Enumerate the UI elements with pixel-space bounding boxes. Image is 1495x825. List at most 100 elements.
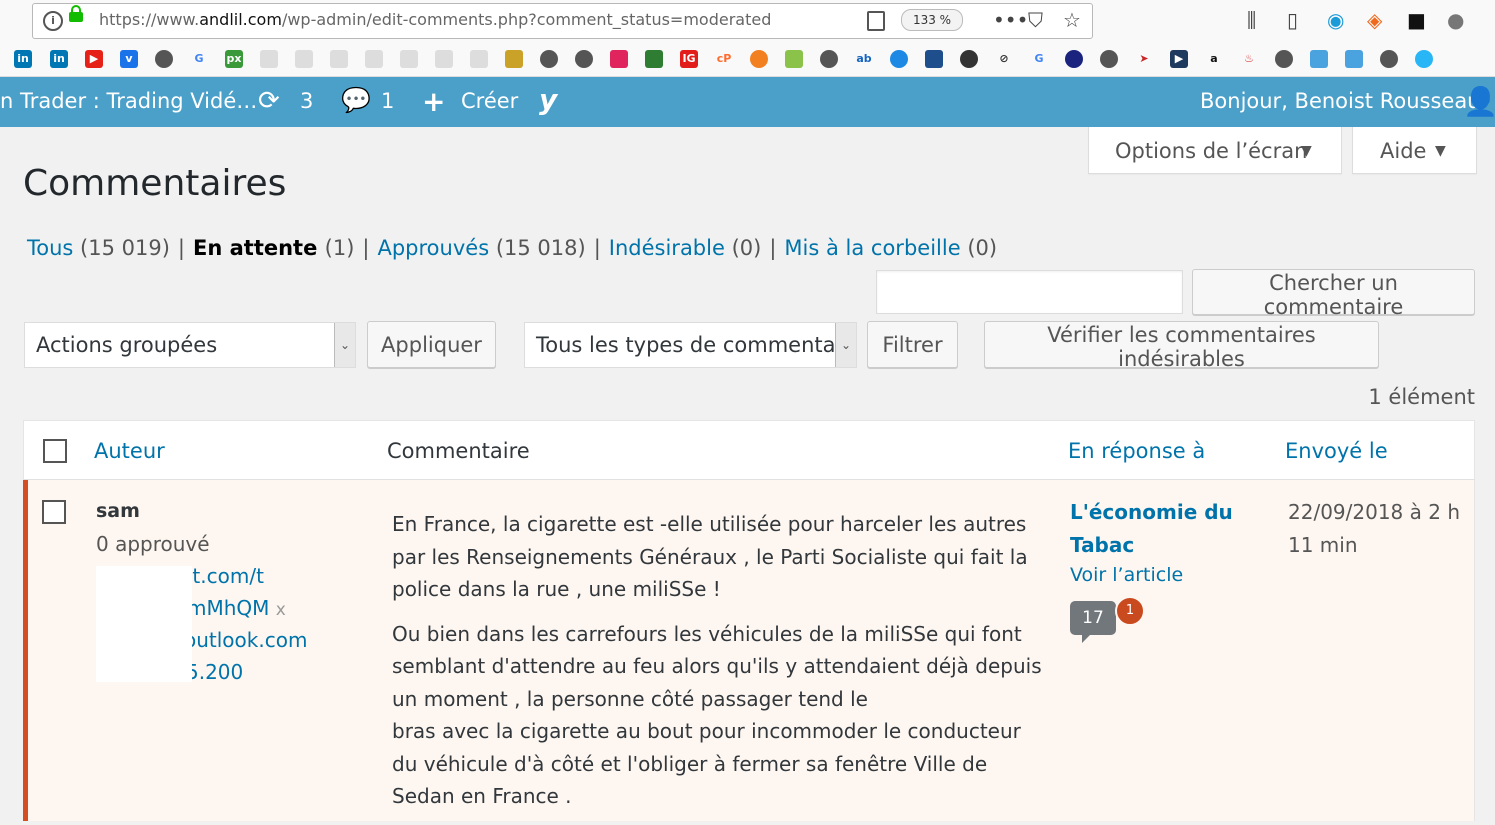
ig-icon[interactable]: IG: [680, 50, 698, 68]
bulk-actions-select[interactable]: Actions groupées ⌄: [24, 322, 356, 368]
page-icon[interactable]: [470, 50, 488, 68]
reader-view-icon[interactable]: [867, 11, 885, 31]
approved-comments-bubble[interactable]: 17: [1070, 601, 1116, 643]
updates-icon[interactable]: ⟳: [258, 86, 280, 116]
extension-green-icon[interactable]: [785, 50, 803, 68]
extension-gray-icon[interactable]: ●: [1447, 8, 1464, 32]
plus-icon[interactable]: +: [422, 85, 445, 118]
puzzle-icon[interactable]: [1310, 50, 1328, 68]
filter-trash[interactable]: Mis à la corbeille (0): [784, 236, 997, 260]
px-icon[interactable]: px: [225, 50, 243, 68]
column-response[interactable]: En réponse à: [1068, 439, 1205, 463]
zoom-level[interactable]: 133 %: [901, 9, 963, 31]
comments-icon[interactable]: 💬: [341, 86, 371, 114]
library-icon[interactable]: ⫼: [1247, 8, 1256, 32]
arrow-logo-icon[interactable]: [610, 50, 628, 68]
bird-icon[interactable]: ➤: [1135, 50, 1153, 68]
target-icon[interactable]: [1065, 50, 1083, 68]
triangle-down-icon: ▼: [1435, 143, 1446, 159]
cpanel-icon[interactable]: cP: [715, 50, 733, 68]
greeting-link[interactable]: Bonjour, Benoist Rousseau: [1200, 89, 1481, 113]
globe-icon[interactable]: [575, 50, 593, 68]
site-name-link[interactable]: n Trader : Trading Vidé…: [0, 89, 257, 113]
bookmark-star-icon[interactable]: ☆: [1063, 8, 1081, 32]
apply-button[interactable]: Appliquer: [367, 321, 496, 368]
ab-icon[interactable]: ab: [855, 50, 873, 68]
sidebar-icon[interactable]: ▯: [1287, 8, 1298, 32]
play-icon[interactable]: ▶: [1170, 50, 1188, 68]
filter-approved[interactable]: Approuvés (15 018): [377, 236, 585, 260]
author-name: sam: [96, 500, 140, 522]
search-comments-button[interactable]: Chercher un commentaire: [1192, 269, 1475, 319]
pending-comments-badge[interactable]: 1: [1115, 596, 1145, 626]
wave-icon[interactable]: [890, 50, 908, 68]
globe-icon[interactable]: [820, 50, 838, 68]
puzzle-icon[interactable]: [1345, 50, 1363, 68]
create-link[interactable]: Créer: [461, 89, 518, 113]
comment-search-input[interactable]: [876, 270, 1183, 314]
comment-paragraph: En France, la cigarette est -elle utilis…: [392, 512, 1028, 601]
page-actions-icon[interactable]: •••: [993, 8, 1028, 32]
column-author[interactable]: Auteur: [94, 439, 165, 463]
column-comment: Commentaire: [387, 439, 530, 463]
url-bar[interactable]: i https://www.andlil.com/wp-admin/edit-c…: [32, 3, 1093, 39]
row-checkbox[interactable]: [42, 500, 66, 524]
lock-icon[interactable]: [69, 5, 83, 22]
filter-all[interactable]: Tous (15 019): [27, 236, 170, 260]
chat-icon[interactable]: [1415, 50, 1433, 68]
cloudflare-icon[interactable]: [750, 50, 768, 68]
author-approved-count: 0 approuvé: [96, 532, 210, 556]
screen-options-button[interactable]: Options de l’écran ▼: [1088, 127, 1342, 174]
response-post-title[interactable]: L'économie du Tabac: [1070, 496, 1250, 562]
vimeo-icon[interactable]: v: [120, 50, 138, 68]
google-icon[interactable]: G: [190, 50, 208, 68]
triangle-down-icon: ▼: [1301, 143, 1312, 159]
linkedin-icon[interactable]: in: [14, 50, 32, 68]
page-icon[interactable]: [435, 50, 453, 68]
flame-icon[interactable]: ♨: [1240, 50, 1258, 68]
pma-icon[interactable]: [505, 50, 523, 68]
filter-button[interactable]: Filtrer: [867, 321, 958, 368]
chart-icon[interactable]: [645, 50, 663, 68]
page-icon[interactable]: [365, 50, 383, 68]
compass-icon[interactable]: ⊘: [995, 50, 1013, 68]
check-spam-button[interactable]: Vérifier les commentaires indésirables: [984, 321, 1379, 371]
extension-mask-icon[interactable]: ■: [1407, 8, 1426, 32]
globe-icon[interactable]: [1275, 50, 1293, 68]
linkedin-icon[interactable]: in: [50, 50, 68, 68]
film-icon[interactable]: [960, 50, 978, 68]
google-icon[interactable]: G: [1030, 50, 1048, 68]
redaction-mask: [96, 566, 192, 682]
pocket-icon[interactable]: ⛉: [1028, 8, 1043, 32]
chevron-down-icon: ⌄: [334, 323, 355, 367]
column-date[interactable]: Envoyé le: [1285, 439, 1388, 463]
filter-spam[interactable]: Indésirable (0): [609, 236, 762, 260]
globe-icon[interactable]: [1100, 50, 1118, 68]
page-icon[interactable]: [330, 50, 348, 68]
help-button[interactable]: Aide ▼: [1352, 127, 1477, 174]
filter-pending[interactable]: En attente (1): [193, 236, 354, 260]
page-icon[interactable]: [260, 50, 278, 68]
view-post-link[interactable]: Voir l’article: [1070, 564, 1183, 586]
bookmarks-bar: in in ▶ v G px IG cP ab ⊘ G ➤ ▶ a ♨: [0, 42, 1495, 77]
page-icon[interactable]: [295, 50, 313, 68]
user-avatar-icon[interactable]: 👤: [1463, 85, 1495, 118]
globe-icon[interactable]: [540, 50, 558, 68]
updates-count[interactable]: 3: [300, 89, 313, 113]
yoast-icon[interactable]: y: [539, 83, 557, 116]
select-all-checkbox[interactable]: [43, 439, 67, 463]
globe-icon[interactable]: [1380, 50, 1398, 68]
url-text[interactable]: https://www.andlil.com/wp-admin/edit-com…: [99, 10, 771, 29]
comment-type-select[interactable]: Tous les types de commentai ⌄: [524, 322, 857, 368]
info-icon[interactable]: i: [43, 11, 63, 31]
telegram-icon[interactable]: ◉: [1327, 8, 1344, 32]
bnf-icon[interactable]: [925, 50, 943, 68]
youtube-icon[interactable]: ▶: [85, 50, 103, 68]
page-title: Commentaires: [23, 163, 287, 204]
comment-date[interactable]: 22/09/2018 à 2 h 11 min: [1288, 496, 1468, 562]
amazon-icon[interactable]: a: [1205, 50, 1223, 68]
comments-count[interactable]: 1: [381, 89, 394, 113]
globe-icon[interactable]: [155, 50, 173, 68]
page-icon[interactable]: [400, 50, 418, 68]
extension-orange-icon[interactable]: ◈: [1367, 8, 1382, 32]
